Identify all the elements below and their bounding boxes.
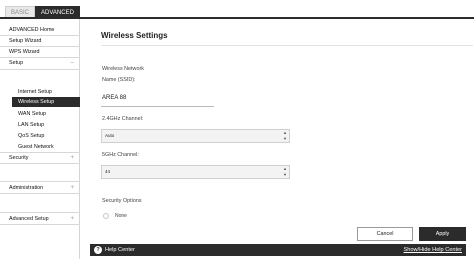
channel-5ghz-value: 44 [105,169,111,174]
channel-24ghz-value: Auto [105,133,115,138]
sidebar-item-security[interactable]: Security + [0,153,80,163]
ssid-underline [101,106,214,107]
channel-24ghz-select[interactable]: Auto ▲ ▼ [101,129,290,143]
action-bar: Cancel Apply [81,221,474,245]
channel-5ghz-select[interactable]: 44 ▲ ▼ [101,165,290,179]
sidebar-item-advanced-home[interactable]: ADVANCED Home [0,25,80,36]
page-title: Wireless Settings [101,31,168,40]
sidebar-item-administration[interactable]: Administration + [0,183,80,193]
divider [0,224,80,225]
sidebar-item-wireless-setup[interactable]: Wireless Setup [12,97,80,107]
sidebar-item-wan-setup[interactable]: WAN Setup [0,109,80,119]
top-bar: BASIC ADVANCED [0,0,474,19]
divider [0,212,80,213]
collapse-icon: – [70,60,74,66]
sidebar-item-wps-wizard[interactable]: WPS Wizard [0,47,80,58]
channel-5ghz-label: 5GHz Channel: [102,152,139,158]
sidebar-item-internet-setup[interactable]: Internet Setup [0,87,80,97]
expand-icon: + [70,185,74,191]
show-hide-help-link[interactable]: Show/Hide Help Center [404,244,462,256]
divider [0,69,80,70]
sidebar-item-guest-network[interactable]: Guest Network [0,142,80,152]
wireless-network-heading: Wireless Network [102,66,144,72]
channel-24ghz-label: 2.4GHz Channel: [102,116,144,122]
apply-button[interactable]: Apply [419,227,466,241]
security-none-radio[interactable] [103,213,109,219]
title-divider [101,45,473,46]
sidebar-item-label: Setup [9,60,24,66]
updown-arrows-icon: ▲ ▼ [283,166,287,177]
divider [0,181,80,182]
help-center-label[interactable]: Help Center [105,244,135,256]
sidebar-item-setup-wizard[interactable]: Setup Wizard [0,36,80,47]
security-options-label: Security Options [102,198,142,204]
main-panel: Wireless Settings Wireless Network Name … [81,19,474,259]
ssid-input[interactable]: AREA 88 [102,95,126,101]
updown-arrows-icon: ▲ ▼ [283,130,287,141]
help-center-bar: ? Help Center Show/Hide Help Center [90,244,466,256]
sidebar-item-label: Advanced Setup [9,216,49,222]
sidebar-item-qos-setup[interactable]: QoS Setup [0,131,80,141]
sidebar-item-label: Security [9,155,29,161]
ssid-label: Name (SSID): [102,77,136,83]
expand-icon: + [70,155,74,161]
security-none-label: None [115,213,127,219]
divider [0,193,80,194]
sidebar-item-setup[interactable]: Setup – [0,58,80,68]
divider [0,163,80,164]
help-icon[interactable]: ? [94,246,102,254]
sidebar-item-lan-setup[interactable]: LAN Setup [0,120,80,130]
expand-icon: + [70,216,74,222]
sidebar: ADVANCED Home Setup Wizard WPS Wizard Se… [0,19,80,259]
cancel-button[interactable]: Cancel [357,227,413,241]
sidebar-item-advanced-setup[interactable]: Advanced Setup + [0,214,80,224]
sidebar-item-label: Administration [9,185,44,191]
